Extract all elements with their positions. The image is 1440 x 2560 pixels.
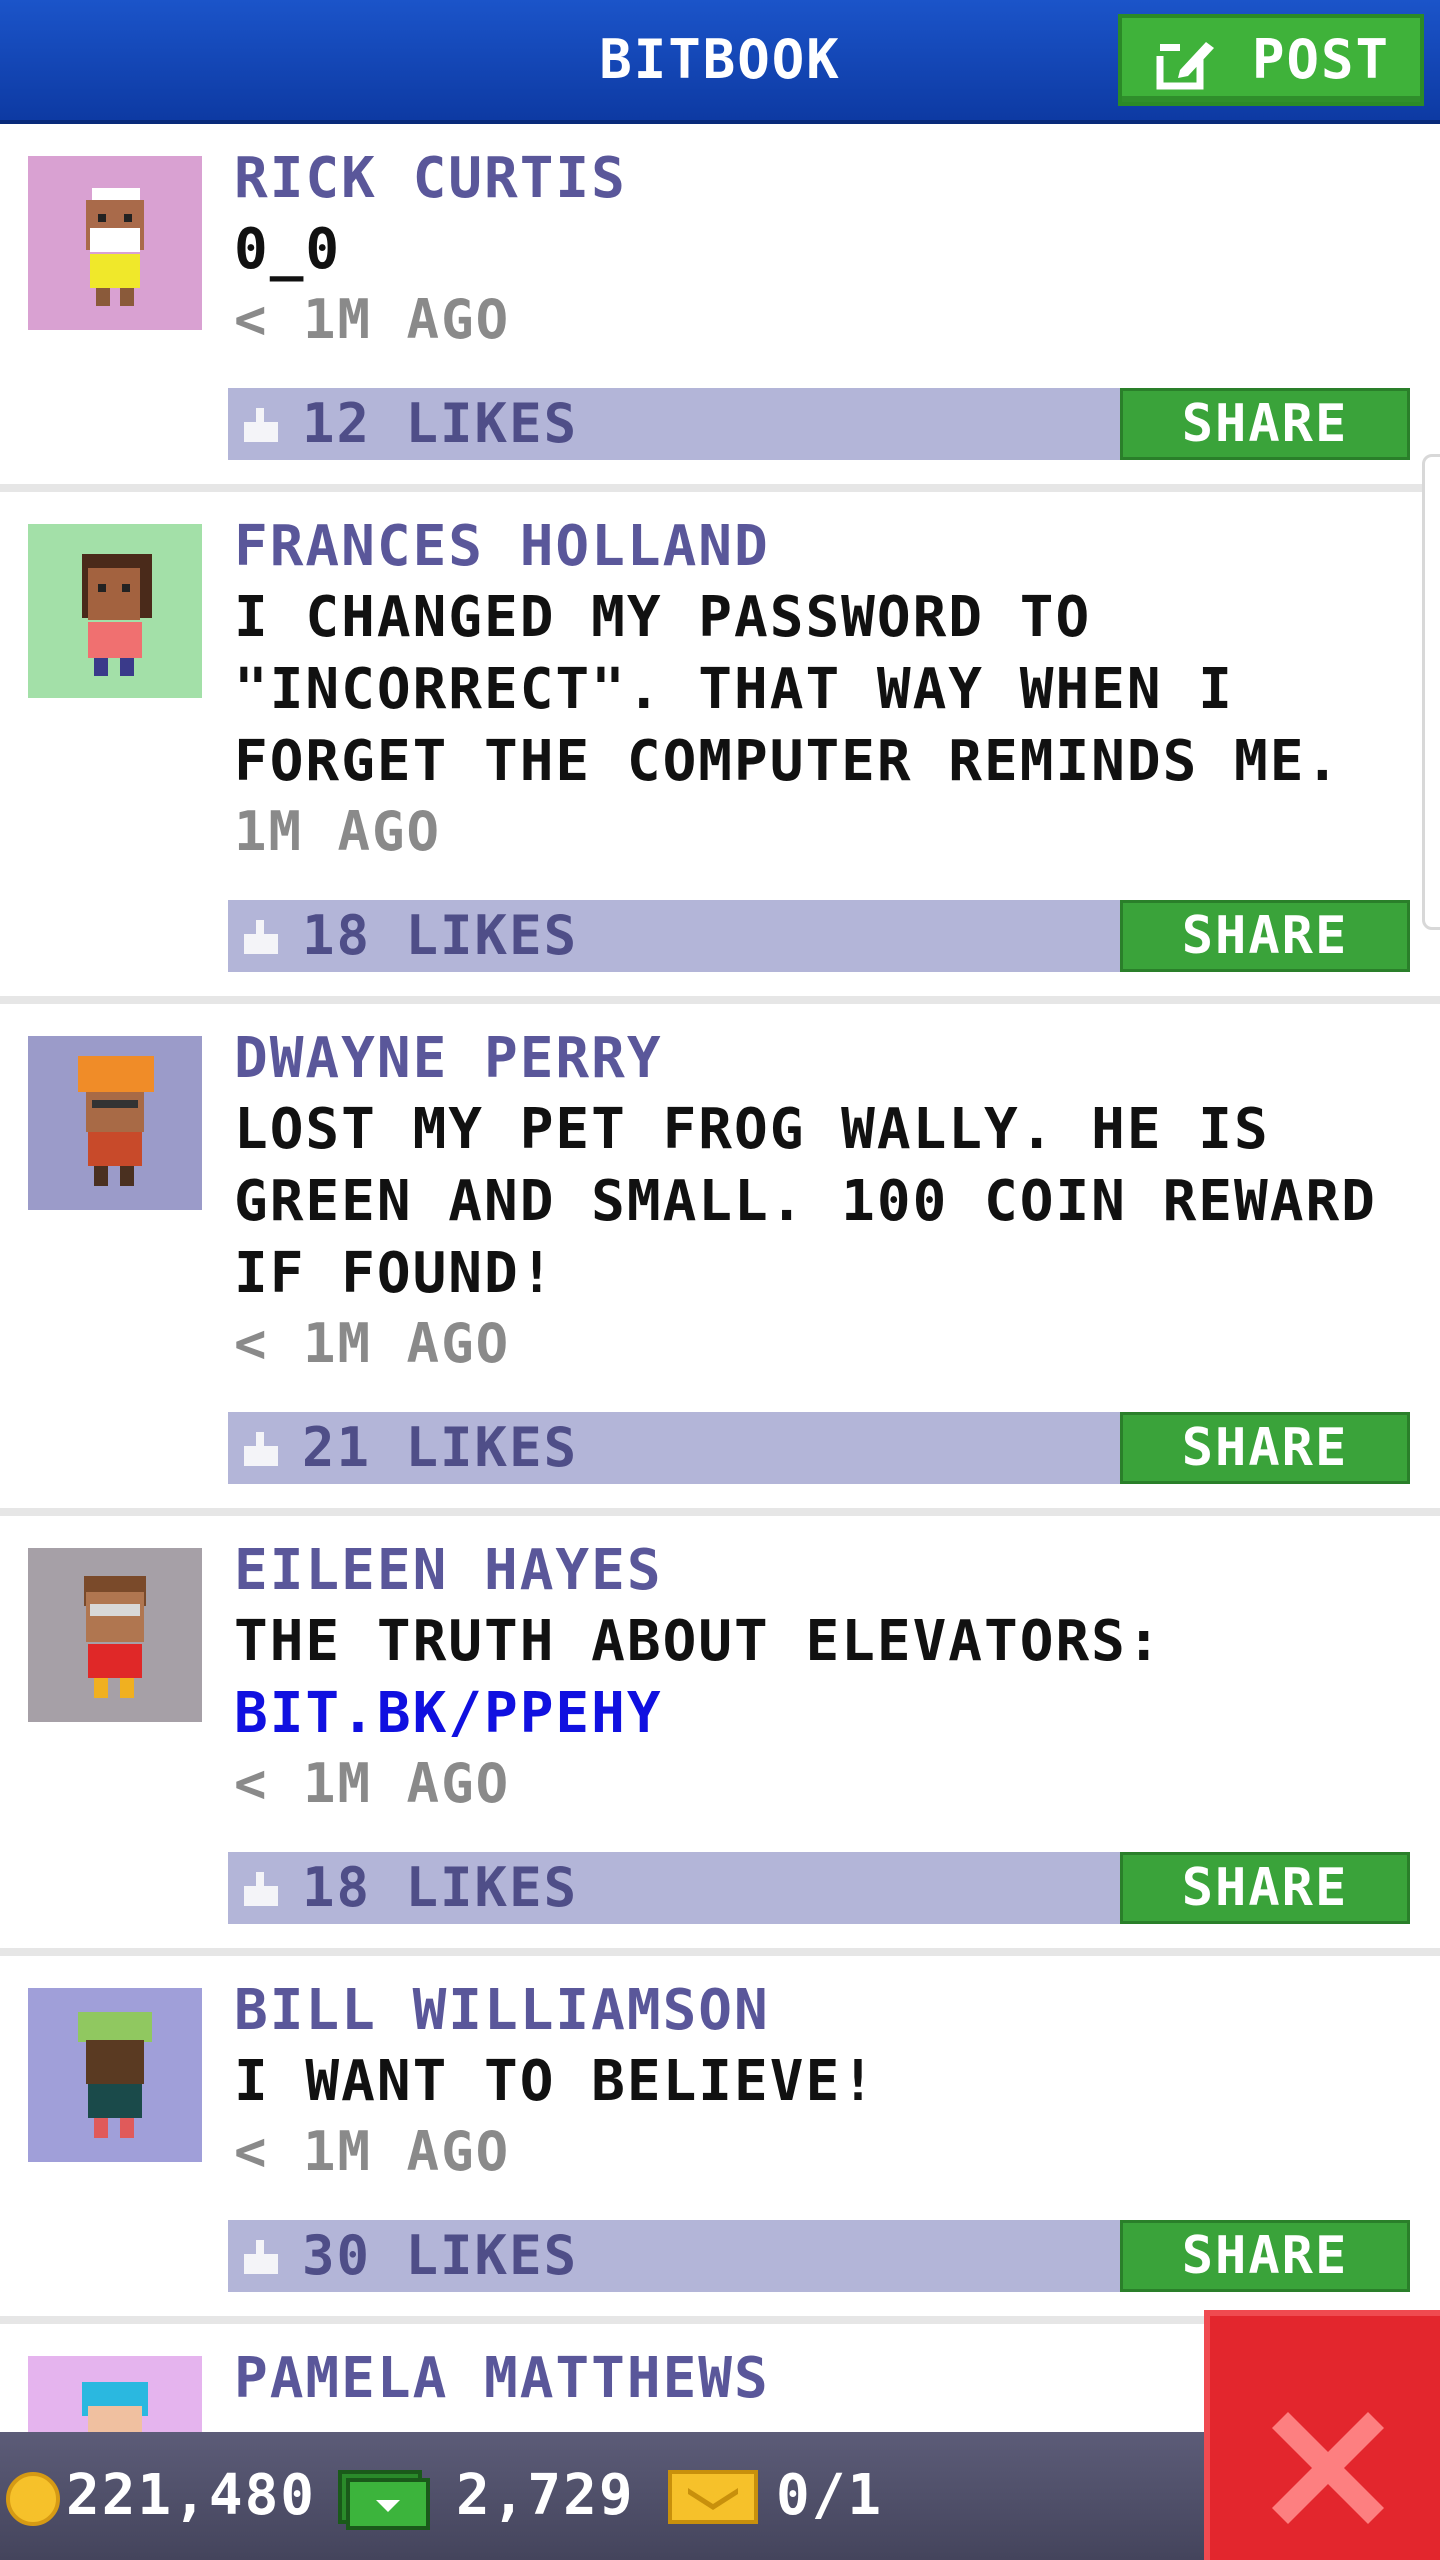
- post-time: < 1M AGO: [234, 2120, 511, 2183]
- header-bar: BITBOOK POST: [0, 0, 1440, 124]
- divider: [0, 484, 1440, 492]
- post-text: I WANT TO BELIEVE!: [234, 2049, 877, 2114]
- share-button[interactable]: SHARE: [1120, 900, 1410, 972]
- post-author[interactable]: BILL WILLIAMSON: [234, 1978, 770, 2043]
- avatar[interactable]: [28, 1548, 202, 1722]
- likes-count: 18 LIKES: [302, 904, 579, 967]
- close-button[interactable]: [1204, 2310, 1440, 2560]
- avatar-image: [28, 524, 202, 698]
- avatar-image: [28, 1548, 202, 1722]
- likes-bar: 30 LIKES SHARE: [228, 2220, 1410, 2292]
- post-text: LOST MY PET FROG WALLY. HE IS GREEN AND …: [234, 1097, 1377, 1306]
- share-button[interactable]: SHARE: [1120, 1852, 1410, 1924]
- post-author[interactable]: PAMELA MATTHEWS: [234, 2346, 770, 2411]
- post-text: 0_0: [234, 217, 342, 282]
- avatar[interactable]: [28, 1036, 202, 1210]
- likes-bar: 18 LIKES SHARE: [228, 900, 1410, 972]
- thumb-up-icon[interactable]: [242, 920, 282, 956]
- likes-count: 21 LIKES: [302, 1416, 579, 1479]
- divider: [0, 1508, 1440, 1516]
- likes-count: 12 LIKES: [302, 392, 579, 455]
- post-time: < 1M AGO: [234, 1752, 511, 1815]
- bux-icon: [338, 2470, 430, 2530]
- tickets-count: 0/1: [776, 2463, 884, 2528]
- post-time: < 1M AGO: [234, 1312, 511, 1375]
- avatar[interactable]: [28, 1988, 202, 2162]
- share-button[interactable]: SHARE: [1120, 388, 1410, 460]
- post-author[interactable]: FRANCES HOLLAND: [234, 514, 770, 579]
- thumb-up-icon[interactable]: [242, 408, 282, 444]
- avatar-image: [28, 1988, 202, 2162]
- share-button[interactable]: SHARE: [1120, 2220, 1410, 2292]
- post-button-label: POST: [1252, 28, 1391, 91]
- scrollbar[interactable]: [1422, 454, 1440, 930]
- close-icon: [1272, 2412, 1384, 2524]
- likes-bar: 12 LIKES SHARE: [228, 388, 1410, 460]
- post-text: I CHANGED MY PASSWORD TO "INCORRECT". TH…: [234, 585, 1342, 794]
- likes-bar: 21 LIKES SHARE: [228, 1412, 1410, 1484]
- post-author[interactable]: EILEEN HAYES: [234, 1538, 663, 1603]
- post-button[interactable]: POST: [1118, 14, 1424, 106]
- thumb-up-icon[interactable]: [242, 1432, 282, 1468]
- avatar-image: [28, 1036, 202, 1210]
- ticket-icon: [668, 2470, 758, 2524]
- avatar[interactable]: [28, 156, 202, 330]
- thumb-up-icon[interactable]: [242, 2240, 282, 2276]
- avatar-image: [28, 156, 202, 330]
- share-button[interactable]: SHARE: [1120, 1412, 1410, 1484]
- likes-count: 18 LIKES: [302, 1856, 579, 1919]
- post-author[interactable]: DWAYNE PERRY: [234, 1026, 663, 1091]
- coins-count: 221,480: [66, 2463, 317, 2528]
- likes-bar: 18 LIKES SHARE: [228, 1852, 1410, 1924]
- coin-icon: [6, 2472, 60, 2526]
- post-time: 1M AGO: [234, 800, 442, 863]
- post-text: THE TRUTH ABOUT ELEVATORS:: [234, 1609, 1163, 1674]
- likes-count: 30 LIKES: [302, 2224, 579, 2287]
- bux-count: 2,729: [456, 2463, 635, 2528]
- avatar[interactable]: [28, 524, 202, 698]
- divider: [0, 1948, 1440, 1956]
- post-author[interactable]: RICK CURTIS: [234, 146, 627, 211]
- post-link[interactable]: BIT.BK/PPEHY: [234, 1678, 1414, 1750]
- compose-icon: [1156, 34, 1218, 90]
- thumb-up-icon[interactable]: [242, 1872, 282, 1908]
- divider: [0, 996, 1440, 1004]
- post-time: < 1M AGO: [234, 288, 511, 351]
